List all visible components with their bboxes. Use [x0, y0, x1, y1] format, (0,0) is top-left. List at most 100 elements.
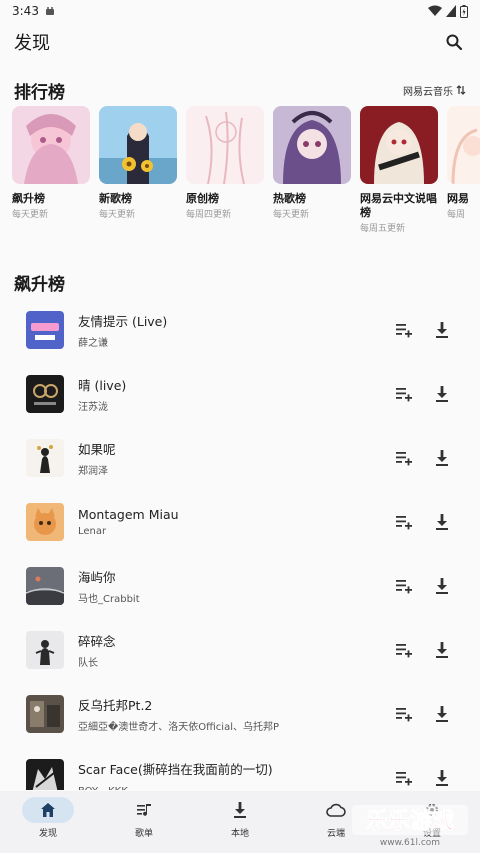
rank-cover [186, 106, 264, 184]
download-button[interactable] [430, 766, 454, 790]
album-art [26, 503, 64, 541]
download-icon [436, 770, 448, 786]
playlist-add-icon [396, 708, 412, 722]
status-bar: 3:43 [0, 0, 480, 22]
add-to-playlist-button[interactable] [392, 702, 416, 726]
download-button[interactable] [430, 446, 454, 470]
download-button[interactable] [430, 574, 454, 598]
album-art [26, 631, 64, 669]
song-list: 友情提示 (Live) 薛之谦 晴 (live) 汪苏泷 如果呢 郑润泽 Montag… [0, 298, 480, 790]
album-art [26, 567, 64, 605]
album-art [26, 695, 64, 733]
download-icon [234, 802, 246, 818]
song-artist: 队长 [78, 658, 98, 669]
rank-name: 网易 [447, 192, 469, 205]
rank-update-frequency: 每天更新 [99, 210, 136, 220]
song-artist: Lenar [78, 526, 107, 537]
rank-name: 热歌榜 [273, 192, 306, 205]
add-to-playlist-button[interactable] [392, 766, 416, 790]
song-artist: BOY、KKK [78, 782, 378, 790]
add-to-playlist-button[interactable] [392, 510, 416, 534]
rank-card-partial[interactable]: 网易 每周 [447, 106, 480, 236]
download-icon [436, 642, 448, 658]
battery-icon [460, 4, 468, 18]
list-item[interactable]: 晴 (live) 汪苏泷 [0, 362, 480, 426]
rank-update-frequency: 每周五更新 [360, 224, 406, 234]
nav-item-local[interactable]: 本地 [192, 791, 288, 853]
list-item[interactable]: 友情提示 (Live) 薛之谦 [0, 298, 480, 362]
download-icon [436, 514, 448, 530]
add-to-playlist-button[interactable] [392, 638, 416, 662]
playlist-add-icon [396, 324, 412, 338]
rank-card-hot-songs[interactable]: 热歌榜 每天更新 [273, 106, 351, 236]
download-icon [436, 450, 448, 466]
download-icon [436, 578, 448, 594]
site-watermark-logo: 乐乐游戏 www.61l.com [350, 801, 470, 851]
list-item[interactable]: Montagem Miau Lenar [0, 490, 480, 554]
nav-label: 歌单 [134, 829, 153, 839]
source-switch-button[interactable]: 网易云音乐 [403, 83, 466, 98]
home-icon [41, 803, 55, 817]
rank-card-soaring[interactable]: 飙升榜 每天更新 [12, 106, 90, 236]
playlist-icon [137, 804, 151, 816]
android-icon [45, 7, 54, 15]
add-to-playlist-button[interactable] [392, 574, 416, 598]
search-button[interactable] [442, 30, 466, 54]
playlist-add-icon [396, 772, 412, 786]
album-art [26, 375, 64, 413]
charts-section-header: 排行榜 网易云音乐 [14, 78, 466, 103]
nav-item-playlists[interactable]: 歌单 [96, 791, 192, 853]
watermark-url: www.61l.com [380, 838, 440, 848]
playlist-add-icon [396, 388, 412, 402]
playlist-add-icon [396, 644, 412, 658]
rank-update-frequency: 每天更新 [273, 210, 310, 220]
page-title: 发现 [14, 33, 50, 54]
list-item[interactable]: 如果呢 郑润泽 [0, 426, 480, 490]
nav-label: 发现 [38, 829, 57, 839]
add-to-playlist-button[interactable] [392, 446, 416, 470]
rank-update-frequency: 每天更新 [12, 210, 49, 220]
source-label: 网易云音乐 [403, 86, 453, 98]
download-button[interactable] [430, 702, 454, 726]
download-button[interactable] [430, 318, 454, 342]
download-button[interactable] [430, 510, 454, 534]
list-item[interactable]: 反乌托邦Pt.2 亞細亞�澳世奇才、洛天依Official、乌托邦P [0, 682, 480, 746]
add-to-playlist-button[interactable] [392, 382, 416, 406]
signal-icon [446, 5, 456, 17]
list-item[interactable]: 碎碎念 队长 [0, 618, 480, 682]
watermark-text: 乐乐游戏 [366, 808, 454, 834]
song-title: 海屿你 [78, 570, 116, 585]
song-title: 反乌托邦Pt.2 [78, 698, 153, 713]
song-artist: 马也_Crabbit [78, 594, 140, 605]
song-list-title: 飙升榜 [14, 275, 65, 295]
rank-cover [273, 106, 351, 184]
download-icon [436, 706, 448, 722]
rank-cover [447, 106, 480, 184]
rank-card-chinese-rap[interactable]: 网易云中文说唱榜 每周五更新 [360, 106, 438, 236]
rank-card-original[interactable]: 原创榜 每周四更新 [186, 106, 264, 236]
charts-section-title: 排行榜 [14, 82, 65, 103]
playlist-add-icon [396, 580, 412, 594]
search-icon [446, 34, 463, 51]
download-button[interactable] [430, 382, 454, 406]
song-title: Montagem Miau [78, 507, 179, 522]
list-item[interactable]: 海屿你马也_Crabbit [0, 554, 480, 618]
rank-name: 新歌榜 [99, 192, 132, 205]
song-title: 友情提示 (Live) [78, 314, 168, 329]
song-title: 晴 (live) [78, 378, 127, 393]
status-time: 3:43 [12, 4, 39, 18]
list-item[interactable]: Scar Face(撕碎挡在我面前的一切) BOY、KKK [0, 746, 480, 790]
rank-list-carousel[interactable]: 飙升榜 每天更新 新歌榜 每天更新 原创榜 每周四更新 热歌榜 每天更新 网易云… [12, 106, 480, 236]
album-art [26, 311, 64, 349]
song-artist: 汪苏泷 [78, 402, 108, 413]
nav-label: 云端 [326, 829, 345, 839]
download-button[interactable] [430, 638, 454, 662]
rank-name: 飙升榜 [12, 192, 45, 205]
add-to-playlist-button[interactable] [392, 318, 416, 342]
download-icon [436, 322, 448, 338]
rank-card-new-songs[interactable]: 新歌榜 每天更新 [99, 106, 177, 236]
nav-item-discover[interactable]: 发现 [0, 791, 96, 853]
wifi-icon [428, 5, 442, 16]
download-icon [436, 386, 448, 402]
rank-name: 原创榜 [186, 192, 219, 205]
